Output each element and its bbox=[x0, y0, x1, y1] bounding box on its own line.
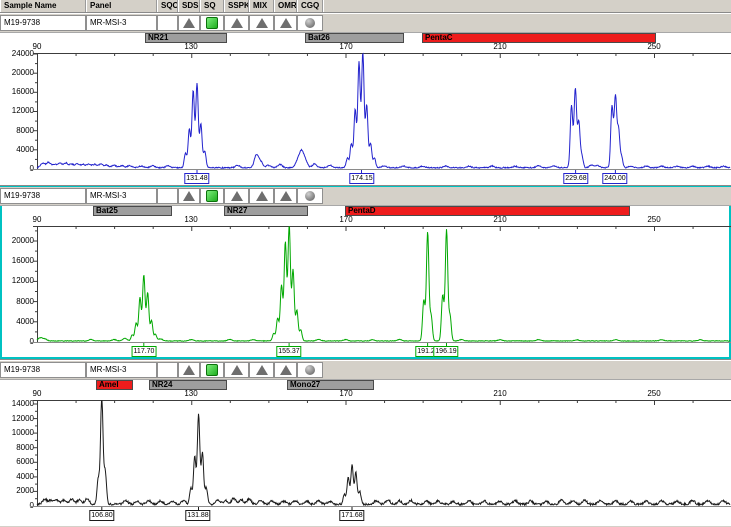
peak-size-label[interactable]: 171.68 bbox=[339, 510, 364, 521]
electropherogram-panel-2: M19-9738MR-MSI-3Bat25NR27PentaD901301702… bbox=[0, 185, 731, 359]
plot-area[interactable] bbox=[0, 186, 731, 360]
electropherogram-panel-1: M19-9738MR-MSI-3NR21Bat26PentaC901301702… bbox=[0, 12, 731, 185]
peak-size-label[interactable]: 131.48 bbox=[184, 173, 209, 184]
header-filler bbox=[323, 0, 731, 12]
peak-size-label[interactable]: 240.00 bbox=[602, 173, 627, 184]
fragment-analysis-window: Sample NamePanelSQOSDSSQSSPKMIXOMRCGQ M1… bbox=[0, 0, 731, 526]
header-cell-cgq: CGQ bbox=[297, 0, 323, 12]
header-cell-omr: OMR bbox=[274, 0, 297, 12]
peak-size-label[interactable]: 131.88 bbox=[185, 510, 210, 521]
peak-size-label[interactable]: 106.80 bbox=[89, 510, 114, 521]
peak-size-label[interactable]: 229.68 bbox=[563, 173, 588, 184]
plot-area[interactable] bbox=[0, 13, 731, 186]
peak-size-label[interactable]: 117.70 bbox=[132, 346, 157, 357]
trace-polyline bbox=[37, 54, 730, 168]
trace-polyline bbox=[37, 227, 730, 341]
header-cell-sspk: SSPK bbox=[224, 0, 249, 12]
header-cell-sds: SDS bbox=[178, 0, 200, 12]
peak-size-label[interactable]: 174.15 bbox=[349, 173, 374, 184]
plot-area[interactable] bbox=[0, 360, 731, 527]
peak-size-label[interactable]: 155.37 bbox=[276, 346, 301, 357]
trace-polyline bbox=[37, 401, 730, 505]
peak-size-label[interactable]: 196.19 bbox=[433, 346, 458, 357]
header-cell-sqo: SQO bbox=[157, 0, 178, 12]
electropherogram-panel-3: M19-9738MR-MSI-3AmelNR24Mono279013017021… bbox=[0, 359, 731, 526]
header-cell-sq: SQ bbox=[200, 0, 224, 12]
header-cell-mix: MIX bbox=[249, 0, 274, 12]
header-cell-sample-name: Sample Name bbox=[0, 0, 86, 12]
header-cell-panel: Panel bbox=[86, 0, 157, 12]
